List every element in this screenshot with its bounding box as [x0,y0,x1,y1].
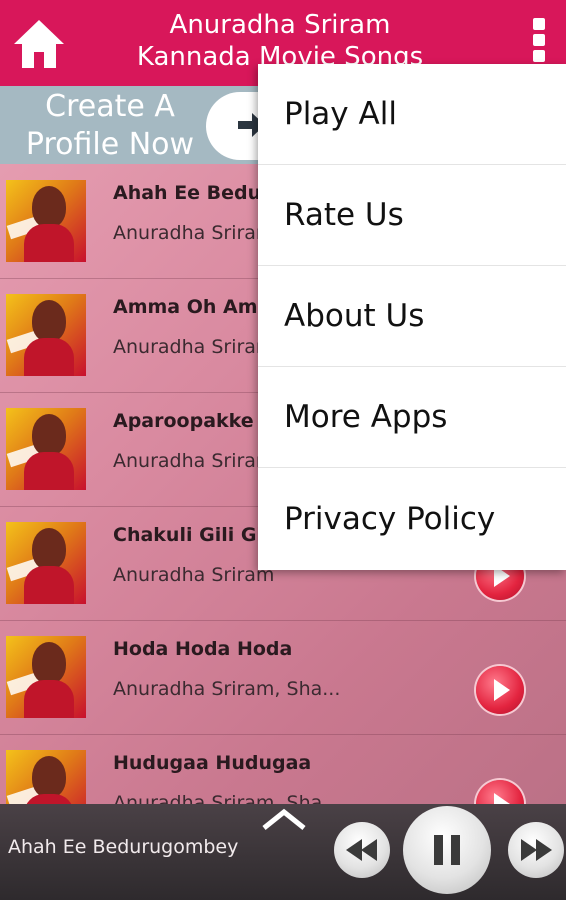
song-title: Hoda Hoda Hoda [113,638,293,660]
menu-item-more-apps[interactable]: More Apps [258,367,566,468]
rewind-icon [346,839,377,861]
song-artist: Anuradha Sriram [113,450,275,472]
song-artist: Anuradha Sriram [113,564,275,586]
chevron-up-icon[interactable] [262,808,306,830]
play-button[interactable] [476,666,524,714]
banner-line-2: Profile Now [25,127,195,162]
play-icon [494,679,510,701]
song-artist: Anuradha Sriram [113,222,275,244]
pause-icon [434,835,460,865]
album-art [6,522,86,604]
home-button[interactable] [12,18,66,70]
album-art [6,636,86,718]
album-art [6,180,86,262]
menu-item-rate-us[interactable]: Rate Us [258,165,566,266]
overflow-menu-button[interactable] [526,18,552,66]
song-artist: Anuradha Sriram, Sha... [113,678,341,700]
fast-forward-icon [521,839,552,861]
menu-item-privacy-policy[interactable]: Privacy Policy [258,468,566,570]
rewind-button[interactable] [334,822,390,878]
song-title: Aparoopakke [113,410,254,432]
menu-item-about-us[interactable]: About Us [258,266,566,367]
app-title: Anuradha Sriram [169,10,391,40]
overflow-dot [533,34,545,46]
menu-item-play-all[interactable]: Play All [258,64,566,165]
overflow-dot [533,50,545,62]
overflow-menu: Play All Rate Us About Us More Apps Priv… [258,64,566,570]
album-art [6,294,86,376]
create-profile-text: Create A Profile Now [10,88,210,164]
now-playing-title: Ahah Ee Bedurugombey [8,836,239,858]
song-title: Chakuli Gili Gili [113,524,276,546]
song-artist: Anuradha Sriram [113,336,275,358]
fast-forward-button[interactable] [508,822,564,878]
song-title: Hudugaa Hudugaa [113,752,312,774]
banner-line-1: Create A [45,89,175,124]
home-icon [14,20,64,68]
list-item[interactable]: Hoda Hoda Hoda Anuradha Sriram, Sha... [0,622,566,735]
overflow-menu-icon [533,18,545,30]
pause-button[interactable] [403,806,491,894]
album-art [6,408,86,490]
